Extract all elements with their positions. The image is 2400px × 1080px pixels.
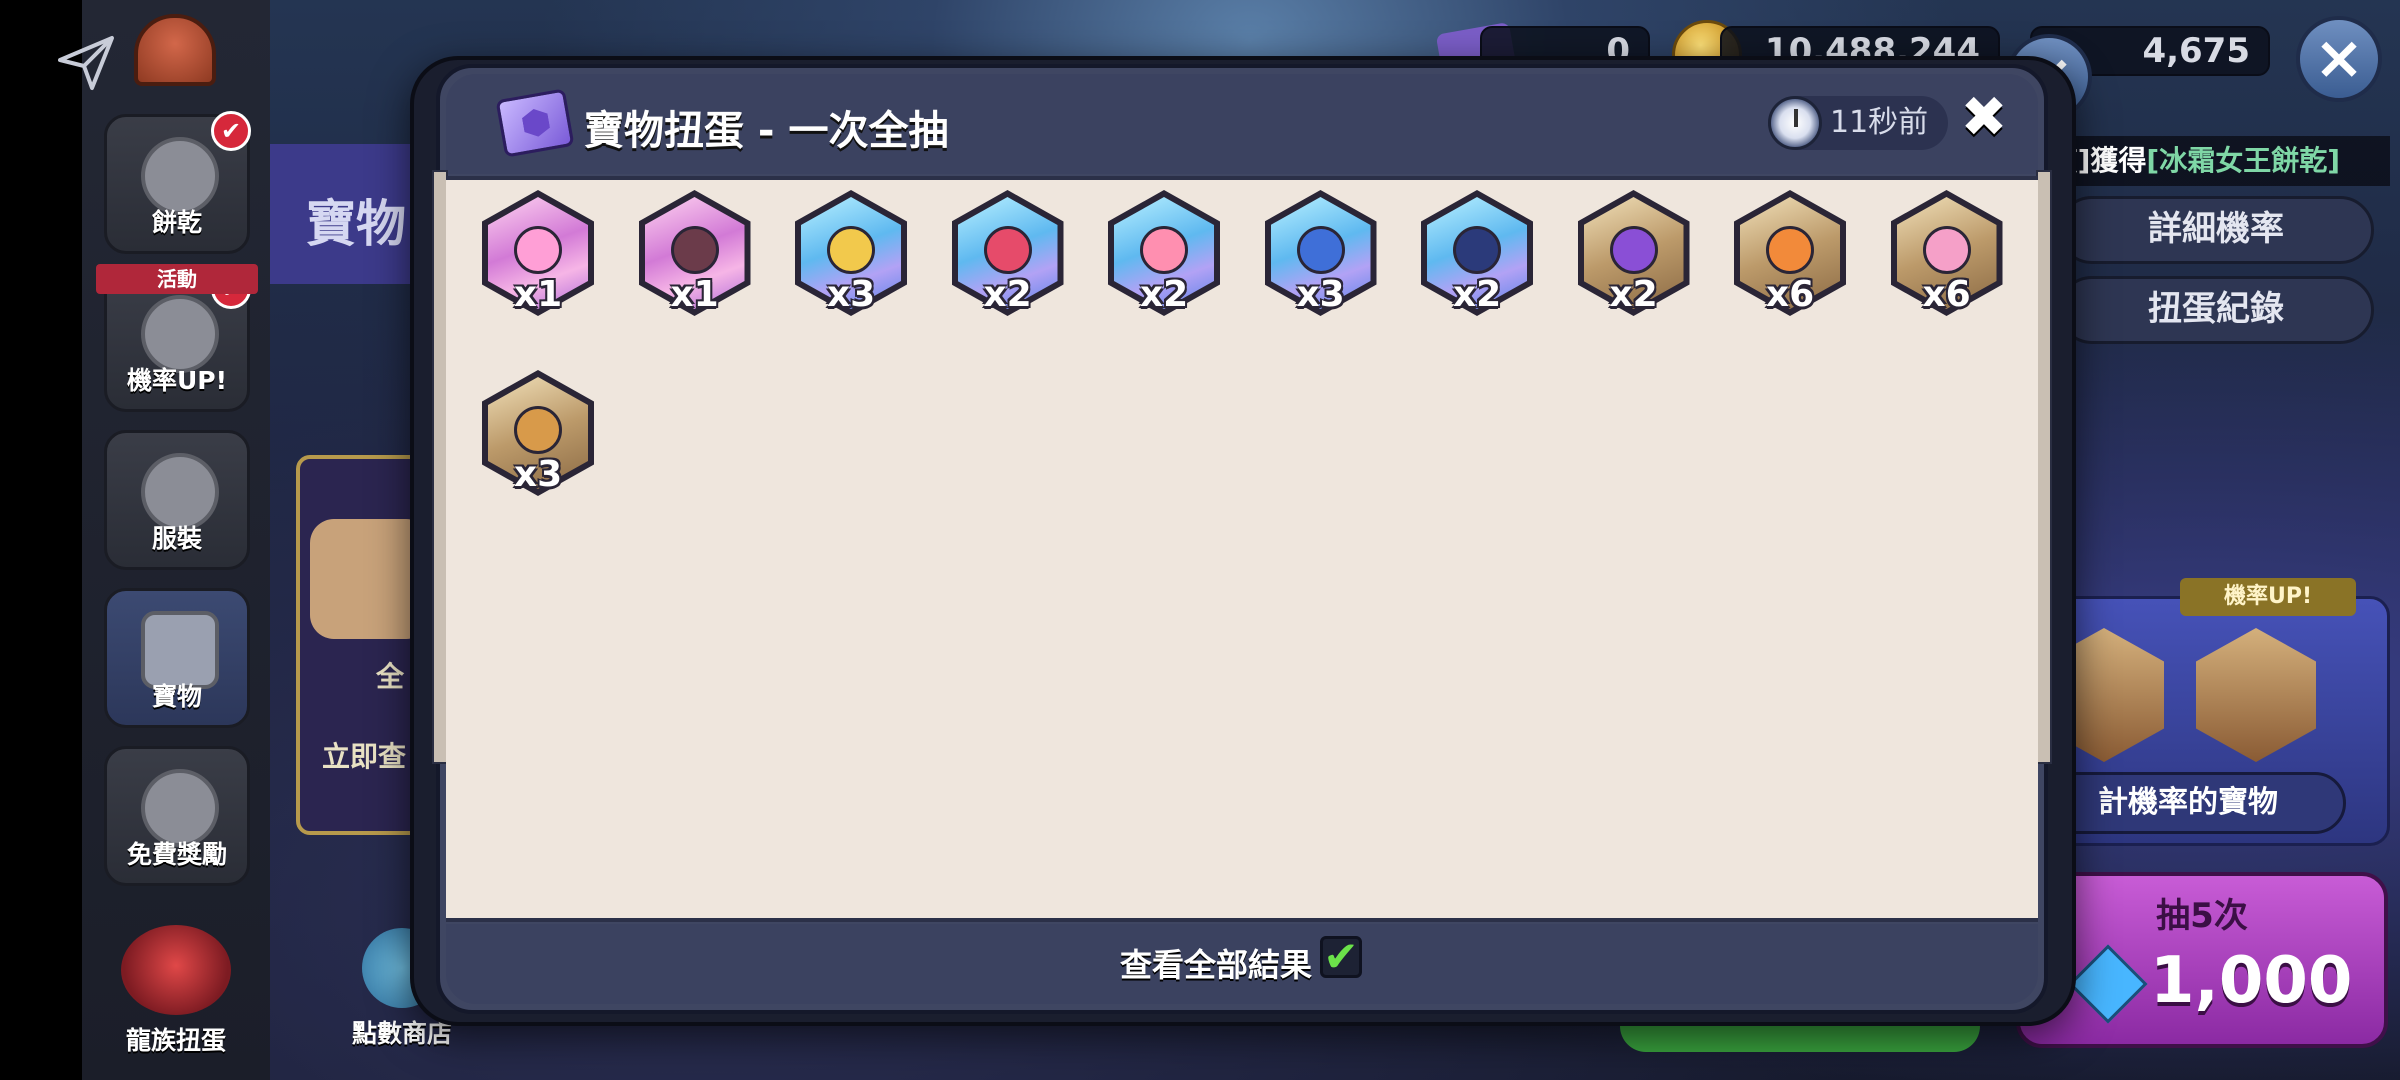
background-card-link: 立即查: [322, 740, 407, 773]
pull-cost: 1,000: [2150, 944, 2353, 1018]
modal-title: 寶物扭蛋 - 一次全抽: [584, 108, 949, 154]
sidebar-item-dragon-gacha[interactable]: 龍族扭蛋: [96, 925, 256, 1057]
pink-bird-treasure-icon: [1140, 226, 1188, 274]
view-all-results-checkbox[interactable]: ✔: [1320, 936, 1362, 978]
clock-icon: [1768, 96, 1822, 150]
reward-item[interactable]: x2: [948, 190, 1068, 320]
oven-icon[interactable]: [134, 14, 216, 86]
notice-item: [冰霜女王餅乾]: [2146, 144, 2340, 177]
sidebar-item-label: 免費獎勵: [126, 840, 227, 869]
background-title: 寶物: [270, 144, 430, 284]
reward-item[interactable]: x3: [791, 190, 911, 320]
golden-horn-treasure-icon: [827, 226, 875, 274]
sidebar-item-costume[interactable]: 服裝: [104, 430, 250, 570]
reward-item[interactable]: x1: [635, 190, 755, 320]
reward-item[interactable]: x1: [478, 190, 598, 320]
reward-quantity: x6: [1922, 274, 1971, 315]
reward-quantity: x3: [826, 274, 876, 315]
reward-item[interactable]: x2: [1574, 190, 1694, 320]
treasure-chest-icon: [514, 406, 562, 454]
notification-badge: ✔: [211, 111, 251, 151]
reward-item[interactable]: x6: [1730, 190, 1850, 320]
reward-quantity: x6: [1765, 274, 1815, 315]
pink-clock-treasure-icon: [1922, 226, 1971, 274]
reward-quantity: x2: [1452, 274, 1502, 315]
sidebar-item-cookie[interactable]: ✔ 餅乾: [104, 111, 251, 254]
frame-rail: [2036, 170, 2052, 764]
pink-cat-treasure-icon: [514, 226, 562, 274]
reward-item[interactable]: x6: [1887, 190, 2007, 320]
red-scroll-treasure-icon: [983, 226, 1032, 274]
reward-item[interactable]: x3: [478, 370, 598, 500]
sidebar-item-label: 龍族扭蛋: [125, 1026, 226, 1055]
rateup-tag: 機率UP!: [2180, 578, 2356, 616]
sidebar-item-free-rewards[interactable]: 免費獎勵: [104, 746, 250, 886]
reward-quantity: x2: [1139, 274, 1189, 315]
sidebar-item-treasure[interactable]: 寶物: [104, 588, 250, 728]
close-icon[interactable]: ✖: [1954, 88, 2014, 148]
crystal-icon: [2068, 944, 2148, 1024]
background-card-label: 全: [376, 660, 405, 693]
reward-quantity: x1: [670, 274, 719, 315]
sidebar-item-label: 服裝: [151, 524, 202, 553]
reward-quantity: x1: [513, 274, 563, 315]
purple-scroll-treasure-icon: [1609, 226, 1658, 274]
blue-wrench-treasure-icon: [1296, 226, 1345, 274]
gacha-history-button[interactable]: 扭蛋紀錄: [2058, 276, 2374, 344]
sidebar-item-label: 寶物: [151, 682, 202, 711]
reward-quantity: x2: [1609, 274, 1658, 315]
results-grid: x1 x1 x3 x2 x2 x3 x2 x2 x6 x6 x3: [446, 176, 2038, 922]
screen-edge: [0, 0, 82, 1080]
reward-quantity: x3: [513, 454, 563, 495]
dragon-icon: [121, 925, 231, 1015]
reward-item[interactable]: x2: [1104, 190, 1224, 320]
rateup-treasures-button[interactable]: 計機率的寶物: [2030, 772, 2346, 834]
top-close-icon[interactable]: ×: [2296, 16, 2382, 102]
treasure-ticket-icon: [495, 88, 575, 158]
sidebar-item-label: 機率UP!: [126, 366, 228, 395]
dark-fruit-treasure-icon: [670, 226, 719, 274]
sidebar-item-label: 餅乾: [151, 208, 202, 237]
detailed-rates-button[interactable]: 詳細機率: [2058, 196, 2374, 264]
reward-item[interactable]: x2: [1417, 190, 1537, 320]
reward-item[interactable]: x3: [1261, 190, 1381, 320]
dark-crystal-treasure-icon: [1453, 226, 1501, 274]
share-icon[interactable]: [56, 32, 116, 92]
orange-pot-treasure-icon: [1766, 226, 1814, 274]
points-shop-label: 點數商店: [351, 1019, 452, 1048]
view-all-results-label: 查看全部結果: [1120, 946, 1313, 984]
reward-quantity: x3: [1296, 274, 1345, 315]
reward-quantity: x2: [983, 274, 1032, 315]
event-ribbon: 活動: [96, 264, 258, 294]
